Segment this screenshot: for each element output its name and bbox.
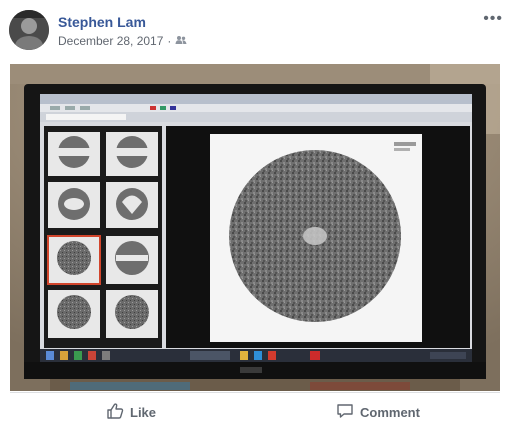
comment-label: Comment xyxy=(360,404,420,420)
more-options-icon[interactable]: ••• xyxy=(483,10,503,28)
comment-bubble-icon xyxy=(336,402,354,423)
actions-divider xyxy=(10,392,500,393)
author-avatar[interactable] xyxy=(9,10,49,50)
avatar-image xyxy=(9,10,49,50)
like-label: Like xyxy=(130,404,157,420)
author-name[interactable]: Stephen Lam xyxy=(58,14,146,30)
post-photo[interactable] xyxy=(10,64,500,391)
post-date[interactable]: December 28, 2017 xyxy=(58,34,163,48)
post-meta: December 28, 2017 · xyxy=(58,34,187,48)
comment-button[interactable]: Comment xyxy=(336,400,420,424)
like-button[interactable]: Like xyxy=(106,400,156,424)
thumbs-up-icon xyxy=(106,402,124,423)
monitor-photo-image xyxy=(10,64,500,391)
feed-post: Stephen Lam December 28, 2017 · ••• Like… xyxy=(0,0,511,432)
meta-separator: · xyxy=(167,34,172,48)
friends-icon[interactable] xyxy=(175,34,187,48)
